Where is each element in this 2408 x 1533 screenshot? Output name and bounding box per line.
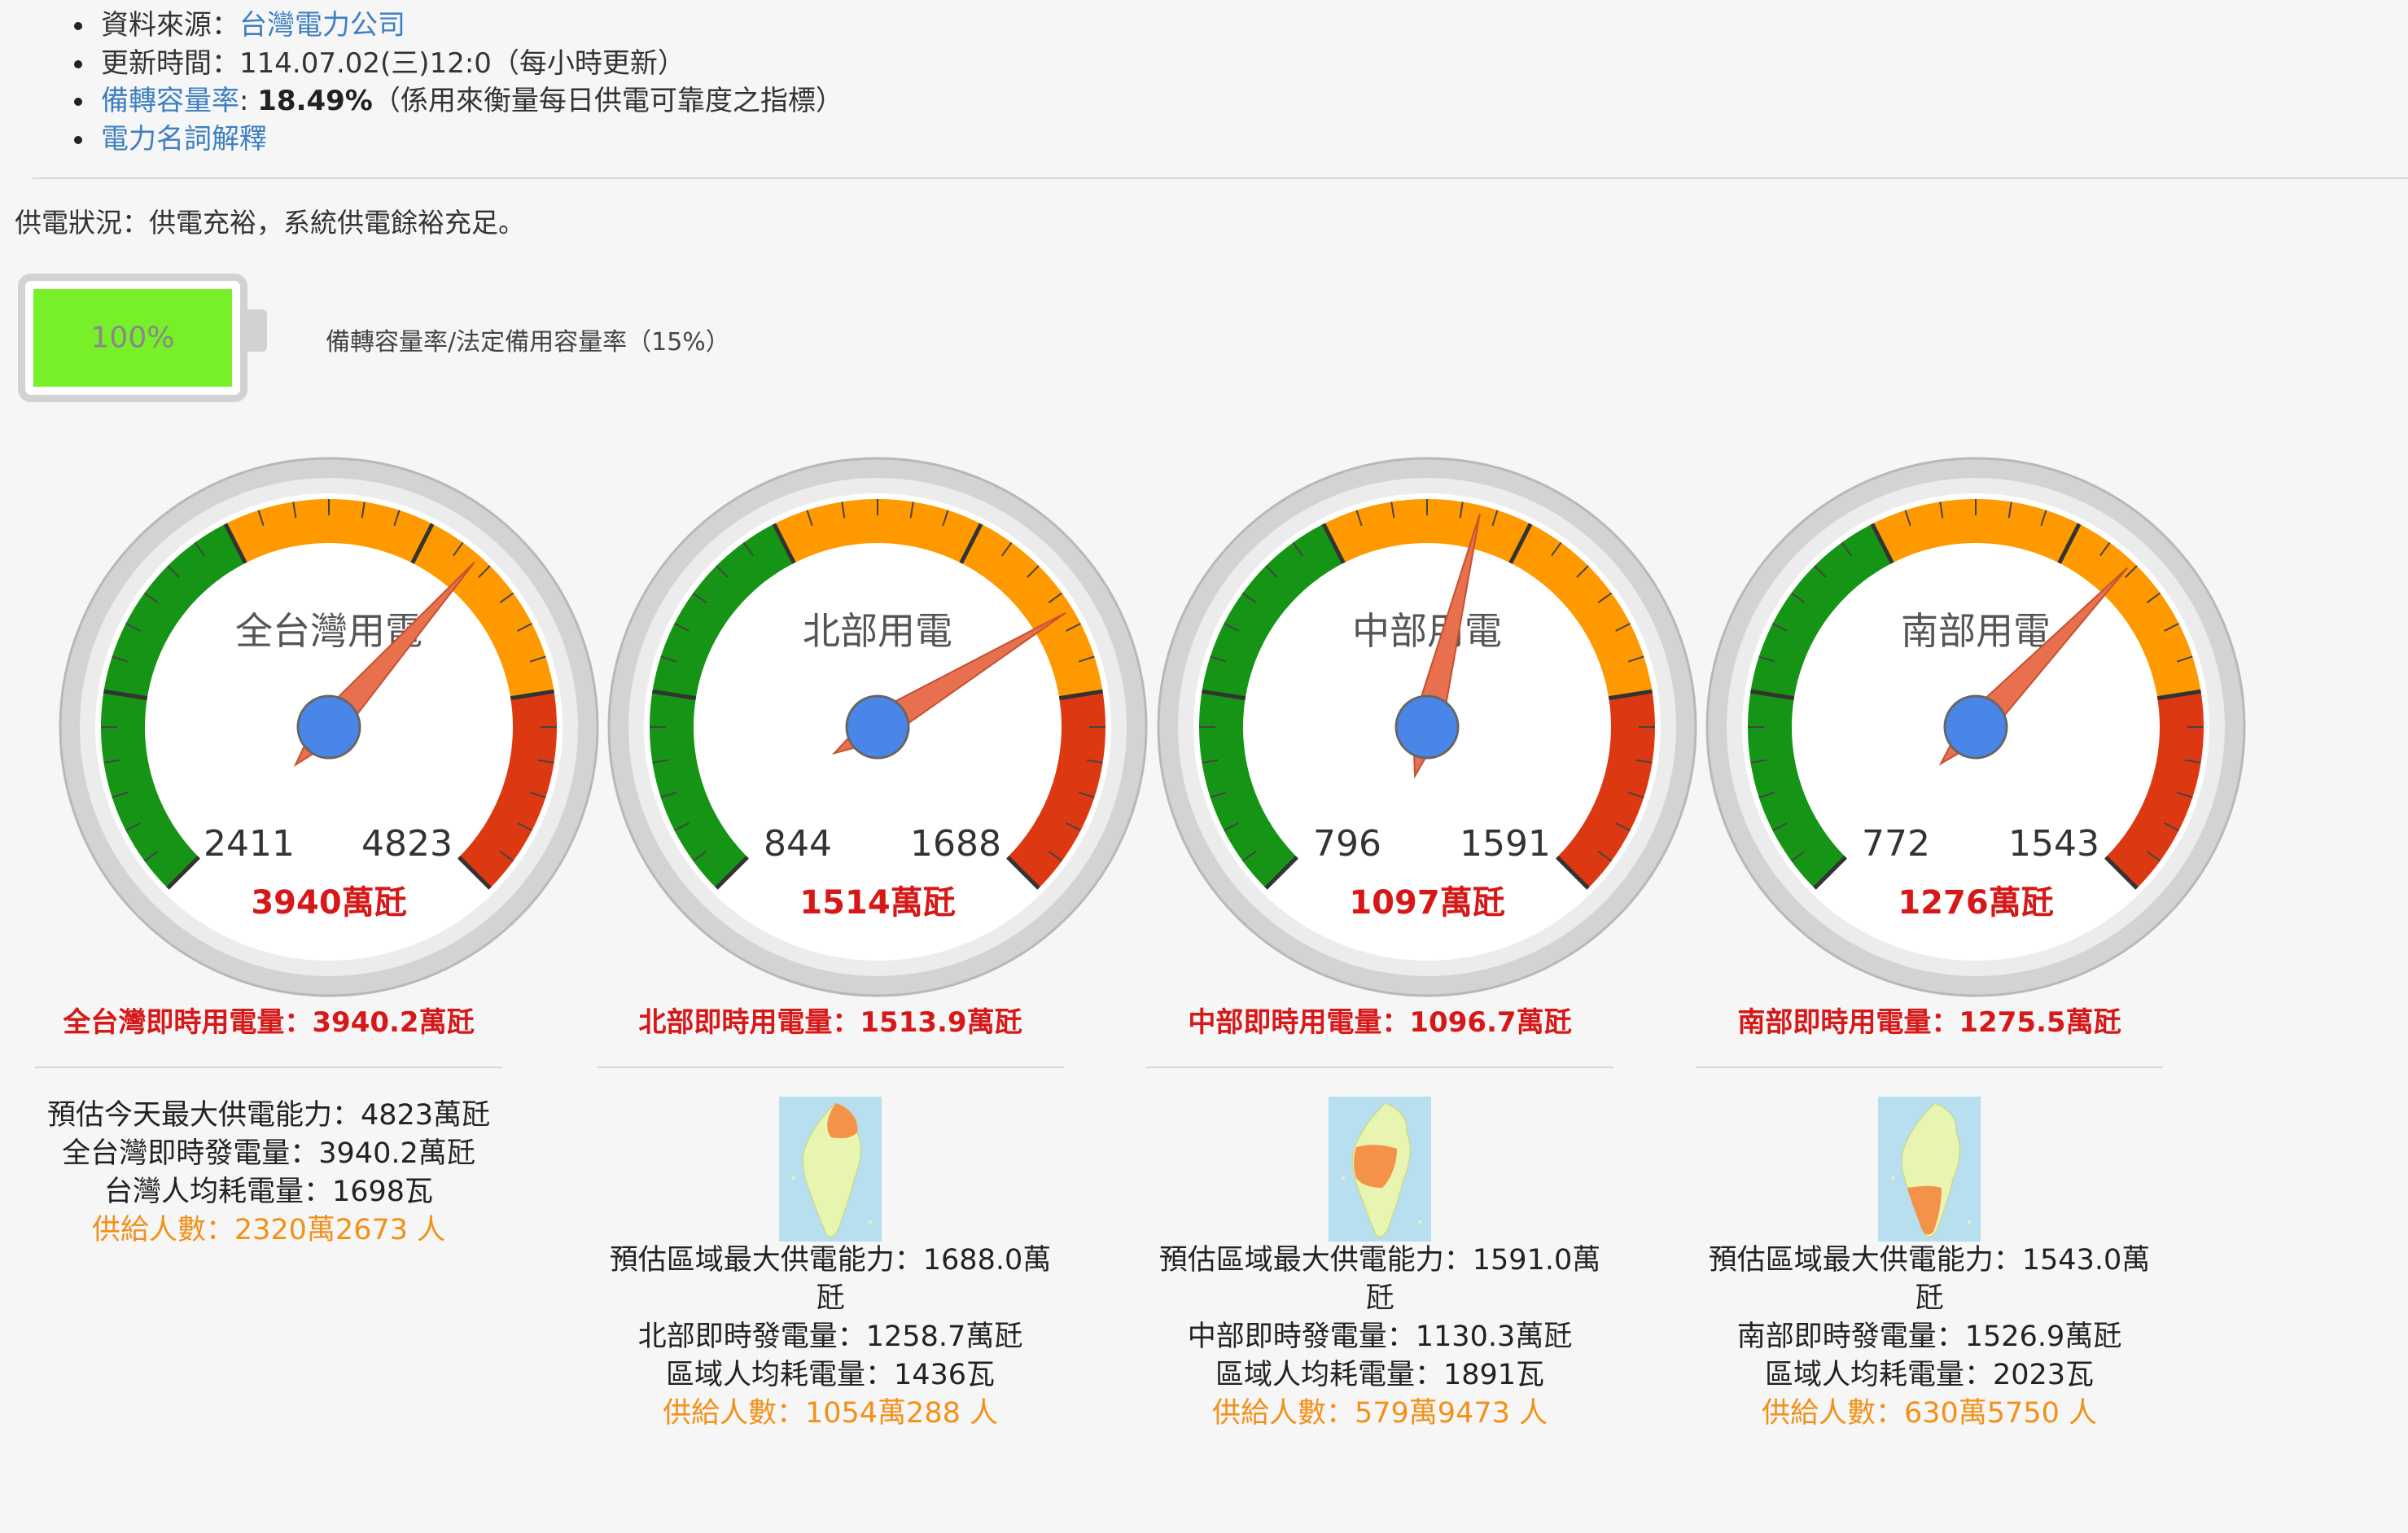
- gauge-tick-label-low: 772: [1862, 823, 1930, 865]
- gauge-hub: [1394, 694, 1460, 760]
- realtime-usage-2: 中部即時用電量：1096.7萬瓩: [1188, 1006, 1572, 1039]
- gauge-value-label: 1514萬瓩: [799, 884, 955, 922]
- detail-line-0: 預估今天最大供電能力：4823萬瓩: [46, 1099, 491, 1132]
- details-1: 預估區域最大供電能力：1688.0萬瓩北部即時發電量：1258.7萬瓩 區域人均耗…: [602, 1242, 1058, 1433]
- detail-line-2: 台灣人均耗電量：1698瓦: [103, 1176, 434, 1208]
- gauge-2: 中部用電 796 1591 1097萬瓩: [1157, 457, 1697, 997]
- people-supplied: 供給人數：630萬5750 人: [1761, 1397, 2097, 1430]
- gauge-tick-label-low: 796: [1313, 823, 1381, 865]
- detail-line-1: 南部即時發電量：1526.9萬瓩: [1736, 1321, 2122, 1353]
- gauge-3: 南部用電 772 1543 1276萬瓩: [1705, 457, 2246, 997]
- gauge-value-label: 1097萬瓩: [1349, 884, 1504, 922]
- gauge-tick-label-high: 4823: [361, 823, 453, 865]
- realtime-usage-0: 全台灣即時用電量：3940.2萬瓩: [63, 1006, 475, 1039]
- gauge-tick-label-low: 844: [764, 823, 832, 865]
- detail-line-2: 區域人均耗電量：1436瓦: [665, 1359, 996, 1391]
- taiwan-north-map-icon: [779, 1097, 882, 1242]
- detail-line-0: 預估區域最大供電能力：1591.0萬瓩: [1158, 1244, 1601, 1315]
- taiwan-north-map-icon-svg: [779, 1097, 882, 1242]
- people-supplied: 供給人數：579萬9473 人: [1211, 1397, 1548, 1430]
- column-divider-1: [597, 1067, 1064, 1068]
- taiwan-central-map-icon: [1329, 1097, 1431, 1242]
- detail-line-2: 區域人均耗電量：2023瓦: [1764, 1359, 2095, 1391]
- gauge-tick-label-low: 2411: [204, 823, 295, 865]
- details-2: 預估區域最大供電能力：1591.0萬瓩中部即時發電量：1130.3萬瓩 區域人均耗…: [1152, 1242, 1608, 1433]
- detail-line-1: 北部即時發電量：1258.7萬瓩: [637, 1321, 1023, 1353]
- gauge-tick-label-high: 1688: [910, 823, 1001, 865]
- gauge-0: 全台灣用電2411 48233940萬瓩: [59, 457, 599, 997]
- gauge-value-label: 3940萬瓩: [251, 884, 406, 922]
- gauge-tick-label-high: 1543: [2008, 823, 2099, 865]
- gauge-title: 中部用電: [1352, 609, 1502, 653]
- gauge-hub: [296, 694, 361, 760]
- column-divider-0: [35, 1067, 502, 1068]
- taiwan-south-map-icon-svg: [1878, 1097, 1981, 1242]
- gauge-1: 北部用電 844 1688 1514萬瓩: [607, 457, 1148, 997]
- realtime-usage-3: 南部即時用電量：1275.5萬瓩: [1737, 1006, 2121, 1039]
- people-supplied: 供給人數：2320萬2673 人: [91, 1214, 446, 1246]
- details-0: 預估今天最大供電能力：4823萬瓩 全台灣即時發電量：3940.2萬瓩 台灣人均耗電…: [0, 1097, 545, 1250]
- taiwan-central-map-icon-svg: [1329, 1097, 1431, 1242]
- people-supplied: 供給人數：1054萬288 人: [662, 1397, 998, 1430]
- taiwan-south-map-icon: [1878, 1097, 1981, 1242]
- gauge-tick-label-high: 1591: [1460, 823, 1551, 865]
- column-divider-3: [1696, 1067, 2163, 1068]
- gauge-value-label: 1276萬瓩: [1898, 884, 2053, 922]
- detail-line-1: 全台灣即時發電量：3940.2萬瓩: [62, 1137, 475, 1170]
- gauge-hub: [1943, 694, 2008, 760]
- realtime-usage-1: 北部即時用電量：1513.9萬瓩: [638, 1006, 1022, 1039]
- detail-line-2: 區域人均耗電量：1891瓦: [1215, 1359, 1545, 1391]
- gauge-title: 北部用電: [803, 609, 952, 653]
- gauge-title: 南部用電: [1901, 609, 2051, 653]
- detail-line-0: 預估區域最大供電能力：1688.0萬瓩: [609, 1244, 1052, 1315]
- detail-line-1: 中部即時發電量：1130.3萬瓩: [1187, 1321, 1573, 1353]
- gauge-hub: [845, 694, 910, 760]
- detail-line-0: 預估區域最大供電能力：1543.0萬瓩: [1708, 1244, 2151, 1315]
- details-3: 預估區域最大供電能力：1543.0萬瓩南部即時發電量：1526.9萬瓩 區域人均耗…: [1701, 1242, 2157, 1433]
- column-divider-2: [1146, 1067, 1613, 1068]
